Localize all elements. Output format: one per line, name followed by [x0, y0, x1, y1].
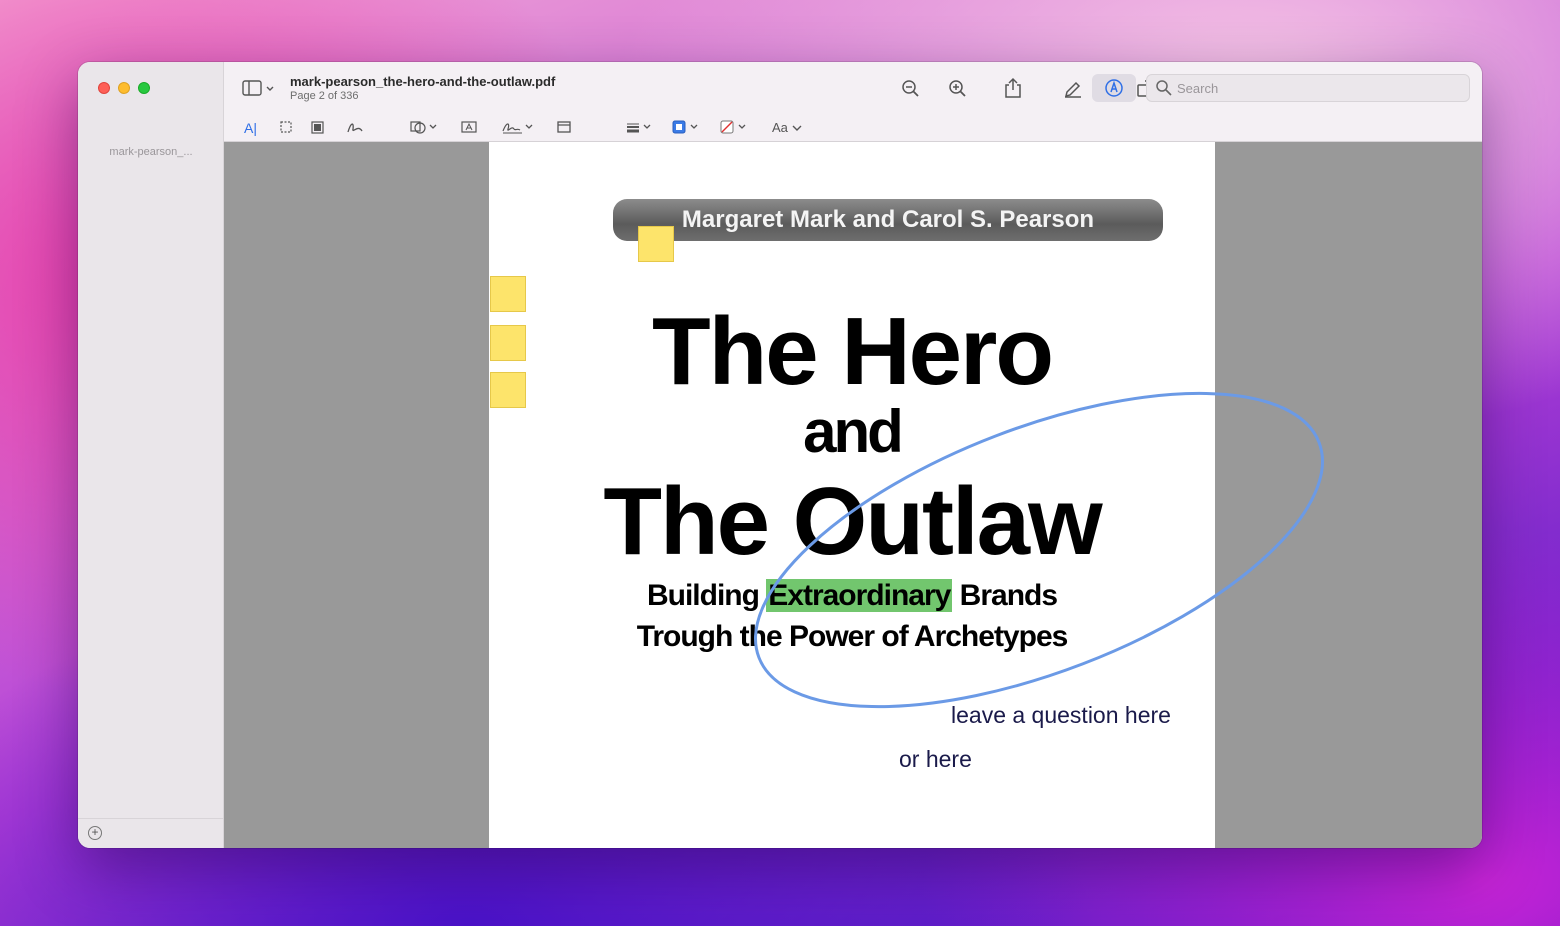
- fill-color-icon[interactable]: [720, 119, 750, 135]
- sticky-note-icon[interactable]: [490, 276, 526, 312]
- markup-toggle-button[interactable]: [1092, 74, 1136, 102]
- window-controls: [98, 82, 150, 94]
- text-style-button[interactable]: Aa: [772, 120, 802, 135]
- search-input[interactable]: [1177, 79, 1457, 97]
- document-viewport[interactable]: Margaret Mark and Carol S. Pearson The H…: [224, 142, 1482, 848]
- shapes-icon[interactable]: [410, 119, 440, 135]
- sidebar-thumbnail-label[interactable]: mark-pearson_...: [78, 146, 224, 158]
- toolbar: mark-pearson_the-hero-and-the-outlaw.pdf…: [224, 62, 1482, 142]
- signature-icon[interactable]: [502, 118, 536, 136]
- author-banner: Margaret Mark and Carol S. Pearson: [613, 199, 1163, 241]
- note-icon[interactable]: [556, 120, 572, 134]
- sticky-note-icon[interactable]: [490, 325, 526, 361]
- add-page-icon[interactable]: +: [88, 826, 102, 840]
- title-line-1: The Hero: [651, 298, 1054, 405]
- text-selection-icon[interactable]: A|: [244, 120, 257, 136]
- title-line-3: The Outlaw: [603, 468, 1102, 575]
- share-icon[interactable]: [1002, 76, 1024, 100]
- page-indicator: Page 2 of 336: [290, 90, 359, 102]
- sticky-note-icon[interactable]: [638, 226, 674, 262]
- text-style-chevron-icon: [792, 125, 802, 131]
- search-field[interactable]: [1146, 74, 1470, 102]
- zoom-out-icon[interactable]: [900, 78, 922, 100]
- highlight-icon[interactable]: [1062, 77, 1084, 99]
- sidebar-footer: +: [78, 818, 224, 848]
- subtitle-line-1: Building Extraordinary Brands: [489, 576, 1215, 616]
- sidebar: mark-pearson_... +: [78, 62, 224, 848]
- shape-style-icon[interactable]: [626, 119, 654, 135]
- close-button[interactable]: [98, 82, 110, 94]
- border-color-icon[interactable]: [672, 119, 702, 135]
- preview-window: mark-pearson_... + mark-pearson_the-hero…: [78, 62, 1482, 848]
- zoom-in-icon[interactable]: [947, 78, 969, 100]
- text-annotation-2[interactable]: or here: [899, 746, 972, 773]
- pdf-page[interactable]: Margaret Mark and Carol S. Pearson The H…: [489, 142, 1215, 848]
- text-annotation-1[interactable]: leave a question here: [951, 702, 1171, 729]
- sketch-icon[interactable]: [346, 119, 364, 135]
- markup-icon: [1103, 77, 1125, 99]
- zoom-button[interactable]: [138, 82, 150, 94]
- text-box-icon[interactable]: [460, 120, 478, 134]
- subtitle-text-after: Brands: [952, 579, 1058, 612]
- subtitle-text-before: Building: [646, 579, 767, 612]
- rectangular-selection-icon[interactable]: [279, 120, 293, 134]
- highlighted-text[interactable]: Extraordinary: [766, 579, 953, 612]
- minimize-button[interactable]: [118, 82, 130, 94]
- text-style-label: Aa: [772, 120, 788, 135]
- title-line-2: and: [803, 398, 904, 465]
- document-title: mark-pearson_the-hero-and-the-outlaw.pdf: [290, 74, 556, 89]
- search-icon: [1155, 79, 1173, 102]
- sidebar-toggle-icon[interactable]: [242, 78, 276, 98]
- redact-icon[interactable]: [310, 120, 324, 134]
- subtitle-line-2: Trough the Power of Archetypes: [636, 620, 1069, 653]
- sticky-note-icon[interactable]: [490, 372, 526, 408]
